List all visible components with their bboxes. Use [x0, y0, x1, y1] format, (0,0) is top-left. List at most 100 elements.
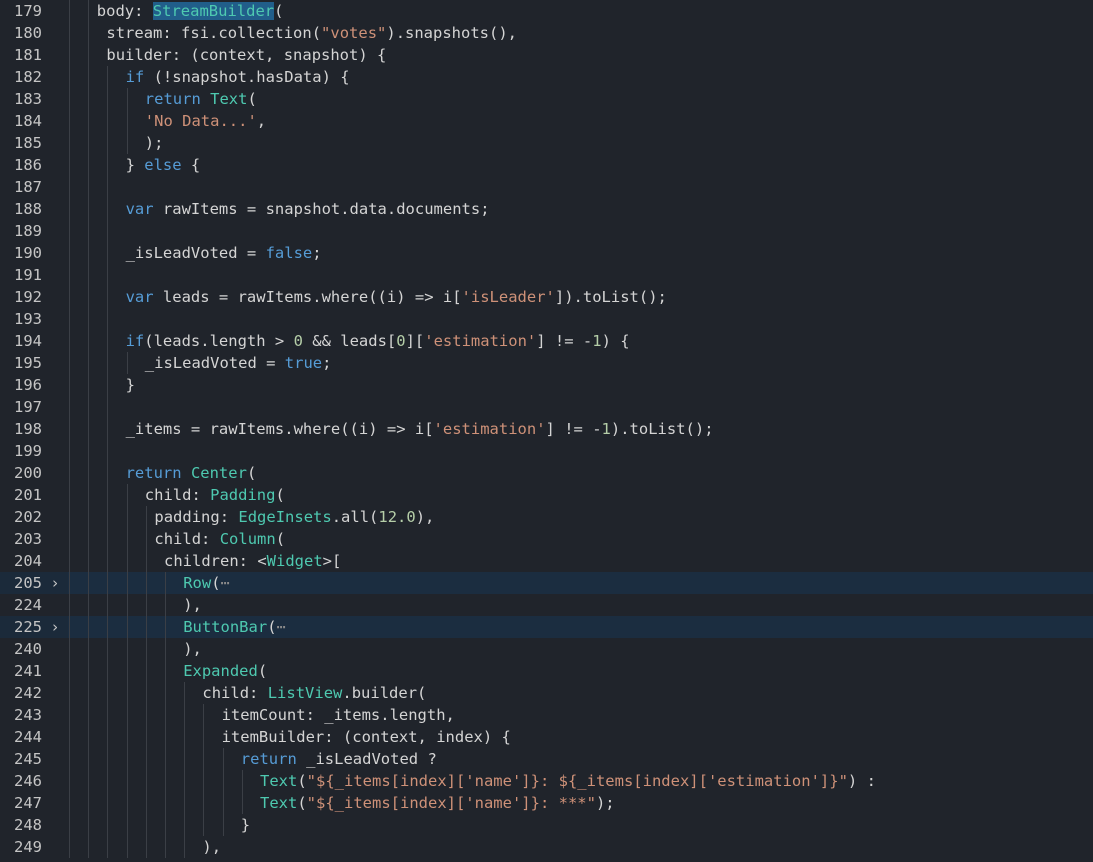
code-area[interactable] [68, 176, 1093, 198]
code-line[interactable]: 225 › ButtonBar(⋯ [0, 616, 1093, 638]
code-area[interactable]: child: Column( [68, 528, 1093, 550]
code-area[interactable]: return _isLeadVoted ? [68, 748, 1093, 770]
code-line[interactable]: 203 child: Column( [0, 528, 1093, 550]
code-area[interactable]: 'No Data...', [68, 110, 1093, 132]
code-area[interactable]: builder: (context, snapshot) { [68, 44, 1093, 66]
code-line[interactable]: 247 Text("${_items[index]['name']}: ***")… [0, 792, 1093, 814]
code-area[interactable]: itemCount: _items.length, [68, 704, 1093, 726]
code-area[interactable]: ButtonBar(⋯ [68, 616, 1093, 638]
code-line[interactable]: 193 [0, 308, 1093, 330]
code-area[interactable]: padding: EdgeInsets.all(12.0), [68, 506, 1093, 528]
code-line[interactable]: 188 var rawItems = snapshot.data.document… [0, 198, 1093, 220]
code-line[interactable]: 200 return Center( [0, 462, 1093, 484]
code-area[interactable]: return Text( [68, 88, 1093, 110]
code-area[interactable]: _isLeadVoted = true; [68, 352, 1093, 374]
code-text: padding: EdgeInsets.all(12.0), [154, 506, 434, 528]
indent-guide [107, 528, 109, 550]
code-area[interactable]: Text("${_items[index]['name']}: ***"); [68, 792, 1093, 814]
code-token: ][ [405, 332, 425, 350]
code-token: 1 [592, 332, 602, 350]
code-line[interactable]: 189 [0, 220, 1093, 242]
code-area[interactable]: } else { [68, 154, 1093, 176]
code-editor[interactable]: 179 body: StreamBuilder(180 stream: fsi.co… [0, 0, 1093, 862]
code-area[interactable] [68, 308, 1093, 330]
code-line[interactable]: 181 builder: (context, snapshot) { [0, 44, 1093, 66]
code-area[interactable]: Text("${_items[index]['name']}: ${_items… [68, 770, 1093, 792]
code-area[interactable]: var leads = rawItems.where((i) => i['isL… [68, 286, 1093, 308]
code-area[interactable]: body: StreamBuilder( [68, 0, 1093, 22]
indent-guide [165, 572, 166, 594]
code-area[interactable]: itemBuilder: (context, index) { [68, 726, 1093, 748]
code-line[interactable]: 224), [0, 594, 1093, 616]
indent-guide [184, 748, 186, 770]
code-line[interactable]: 248} [0, 814, 1093, 836]
code-area[interactable]: return Center( [68, 462, 1093, 484]
indent-guide [145, 792, 147, 814]
indent-guide [145, 616, 147, 638]
code-line[interactable]: 187 [0, 176, 1093, 198]
code-area[interactable]: if (!snapshot.hasData) { [68, 66, 1093, 88]
code-line[interactable]: 244 itemBuilder: (context, index) { [0, 726, 1093, 748]
code-line[interactable]: 240), [0, 638, 1093, 660]
code-area[interactable]: Row(⋯ [68, 572, 1093, 594]
code-area[interactable]: ), [68, 836, 1093, 858]
code-line[interactable]: 199 [0, 440, 1093, 462]
code-area[interactable]: } [68, 814, 1093, 836]
code-line[interactable]: 184 'No Data...', [0, 110, 1093, 132]
code-area[interactable] [68, 396, 1093, 418]
code-area[interactable]: stream: fsi.collection("votes").snapshot… [68, 22, 1093, 44]
line-gutter: 192 [0, 286, 68, 308]
code-area[interactable]: ), [68, 638, 1093, 660]
code-line[interactable]: 245 return _isLeadVoted ? [0, 748, 1093, 770]
code-line[interactable]: 191 [0, 264, 1093, 286]
code-line[interactable]: 249), [0, 836, 1093, 858]
code-line[interactable]: 190 _isLeadVoted = false; [0, 242, 1093, 264]
indent-guide [145, 770, 147, 792]
code-line[interactable]: 197 [0, 396, 1093, 418]
code-token: return [240, 750, 297, 768]
chevron-right-icon[interactable]: › [48, 572, 62, 594]
code-line[interactable]: 201 child: Padding( [0, 484, 1093, 506]
code-line[interactable]: 243 itemCount: _items.length, [0, 704, 1093, 726]
code-line[interactable]: 192 var leads = rawItems.where((i) => i['… [0, 286, 1093, 308]
code-line[interactable]: 180 stream: fsi.collection("votes").snaps… [0, 22, 1093, 44]
code-line[interactable]: 242 child: ListView.builder( [0, 682, 1093, 704]
code-line[interactable]: 246 Text("${_items[index]['name']}: ${_it… [0, 770, 1093, 792]
line-number: 185 [14, 134, 42, 152]
code-token: ; [322, 354, 332, 372]
code-line[interactable]: 185); [0, 132, 1093, 154]
chevron-right-icon[interactable]: › [48, 616, 62, 638]
code-area[interactable]: child: ListView.builder( [68, 682, 1093, 704]
code-area[interactable] [68, 264, 1093, 286]
code-line[interactable]: 194 if(leads.length > 0 && leads[0]['esti… [0, 330, 1093, 352]
indent-guide [69, 352, 70, 374]
code-area[interactable]: Expanded( [68, 660, 1093, 682]
code-line[interactable]: 179 body: StreamBuilder( [0, 0, 1093, 22]
code-line[interactable]: 186} else { [0, 154, 1093, 176]
code-line[interactable]: 196} [0, 374, 1093, 396]
code-area[interactable] [68, 440, 1093, 462]
code-area[interactable]: ); [68, 132, 1093, 154]
code-line[interactable]: 241 Expanded( [0, 660, 1093, 682]
code-line[interactable]: 182 if (!snapshot.hasData) { [0, 66, 1093, 88]
code-line[interactable]: 183 return Text( [0, 88, 1093, 110]
code-area[interactable]: ), [68, 594, 1093, 616]
code-area[interactable] [68, 220, 1093, 242]
code-area[interactable]: var rawItems = snapshot.data.documents; [68, 198, 1093, 220]
indent-guide [126, 528, 128, 550]
code-token: builder: (context, snapshot) { [106, 46, 387, 64]
code-line[interactable]: 202 padding: EdgeInsets.all(12.0), [0, 506, 1093, 528]
code-line[interactable]: 205 › Row(⋯ [0, 572, 1093, 594]
code-line[interactable]: 198 _items = rawItems.where((i) => i['est… [0, 418, 1093, 440]
code-area[interactable]: if(leads.length > 0 && leads[0]['estimat… [68, 330, 1093, 352]
code-token: else [144, 156, 182, 174]
code-area[interactable]: _items = rawItems.where((i) => i['estima… [68, 418, 1093, 440]
code-line[interactable]: 204 children: <Widget>[ [0, 550, 1093, 572]
code-line[interactable]: 195 _isLeadVoted = true; [0, 352, 1093, 374]
code-area[interactable]: _isLeadVoted = false; [68, 242, 1093, 264]
code-area[interactable]: } [68, 374, 1093, 396]
code-area[interactable]: children: <Widget>[ [68, 550, 1093, 572]
code-text: _items = rawItems.where((i) => i['estima… [126, 418, 714, 440]
code-token: var [125, 288, 154, 306]
code-area[interactable]: child: Padding( [68, 484, 1093, 506]
